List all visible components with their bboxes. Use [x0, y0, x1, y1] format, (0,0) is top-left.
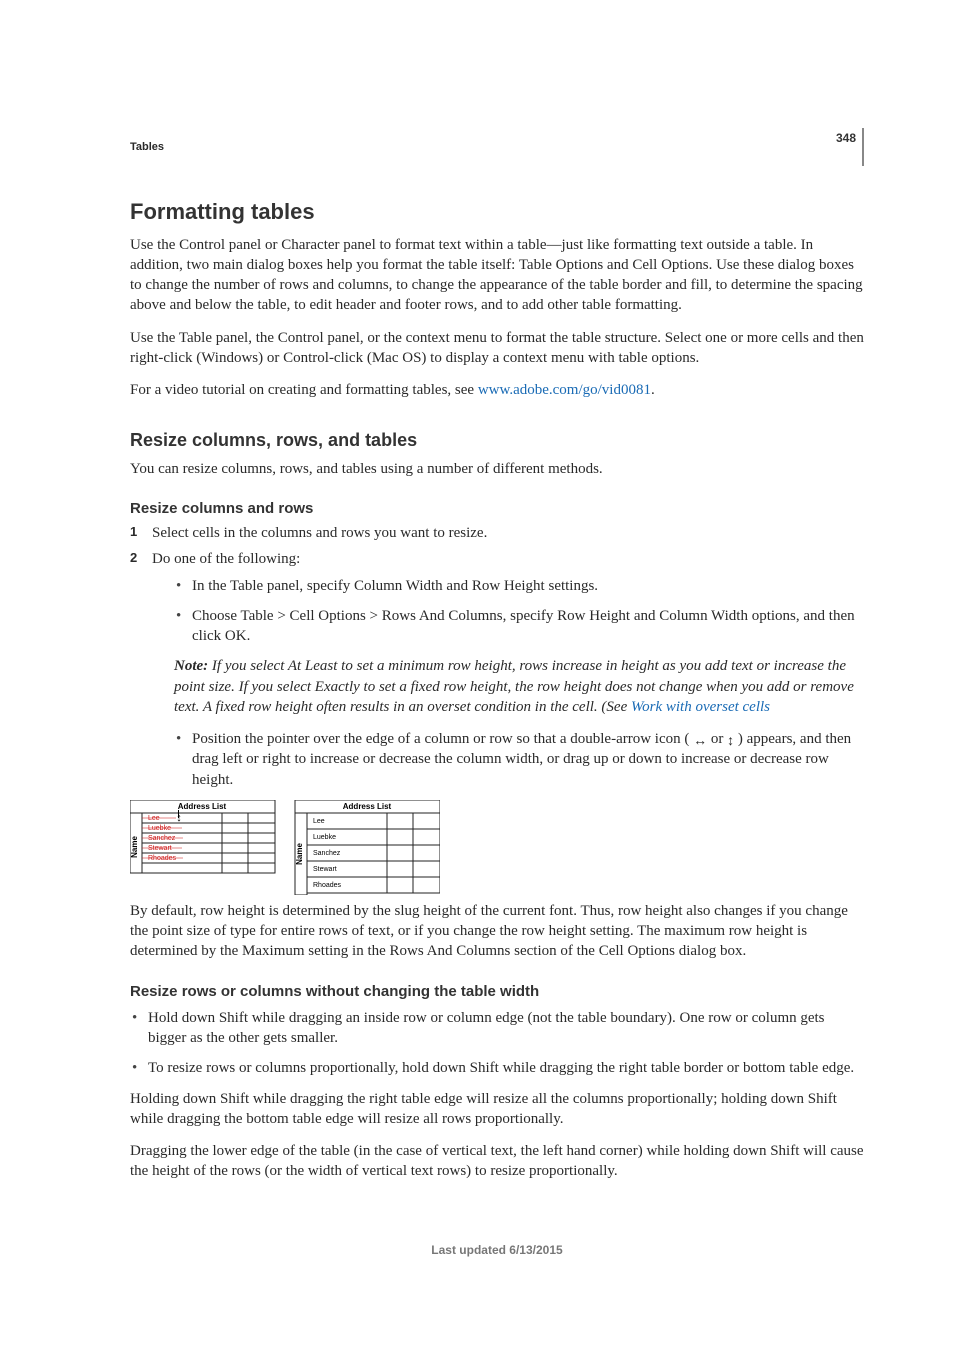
- address-list-figure: Address List Name: [130, 800, 864, 895]
- page-number: 348: [836, 131, 856, 145]
- note-label: Note:: [174, 658, 212, 674]
- fig-right-row-4: Rhoades: [313, 882, 342, 889]
- footer-last-updated: Last updated 6/13/2015: [130, 1242, 864, 1258]
- subheading-resize: Resize columns, rows, and tables: [130, 428, 864, 452]
- b3-pre: Position the pointer over the edge of a …: [192, 731, 693, 747]
- fig-right-title: Address List: [343, 802, 392, 811]
- note-block: Note: If you select At Least to set a mi…: [174, 656, 864, 717]
- bullet-drag-edge: Position the pointer over the edge of a …: [174, 729, 864, 790]
- after-figure-paragraph: By default, row height is determined by …: [130, 901, 864, 962]
- intro-p3-post: .: [651, 382, 655, 398]
- section-label: Tables: [130, 140, 864, 155]
- intro-paragraph-1: Use the Control panel or Character panel…: [130, 235, 864, 316]
- resize-intro: You can resize columns, rows, and tables…: [130, 459, 864, 479]
- intro-p3-pre: For a video tutorial on creating and for…: [130, 382, 478, 398]
- fig-left-row-1: Luebke: [148, 825, 171, 832]
- step-2-number: 2: [130, 549, 137, 567]
- fig-right-row-0: Lee: [313, 818, 325, 825]
- intro-paragraph-2: Use the Table panel, the Control panel, …: [130, 328, 864, 369]
- fig-left-row-3: Stewart: [148, 845, 172, 852]
- step-1: 1 Select cells in the columns and rows y…: [130, 523, 864, 543]
- page-title: Formatting tables: [130, 197, 864, 227]
- bullet-shift-proportional: To resize rows or columns proportionally…: [130, 1058, 864, 1078]
- overset-cells-link[interactable]: Work with overset cells: [631, 699, 770, 715]
- subheading-resize-without-width: Resize rows or columns without changing …: [130, 982, 864, 1002]
- fig-right-row-1: Luebke: [313, 834, 336, 841]
- page-number-container: 348: [836, 128, 864, 166]
- bullet-shift-inside: Hold down Shift while dragging an inside…: [130, 1008, 864, 1049]
- intro-paragraph-3: For a video tutorial on creating and for…: [130, 380, 864, 400]
- fig-left-row-4: Rhoades: [148, 855, 177, 862]
- step-1-text: Select cells in the columns and rows you…: [152, 525, 487, 541]
- subheading-resize-cols-rows: Resize columns and rows: [130, 499, 864, 519]
- step-2-text: Do one of the following:: [152, 551, 300, 567]
- tail-paragraph-1: Holding down Shift while dragging the ri…: [130, 1089, 864, 1130]
- fig-left-row-0: Lee: [148, 815, 160, 822]
- fig-left-row-2: Sanchez: [148, 835, 176, 842]
- step-1-number: 1: [130, 523, 137, 541]
- step-2: 2 Do one of the following: In the Table …: [130, 549, 864, 790]
- bullet-table-panel: In the Table panel, specify Column Width…: [174, 576, 864, 596]
- tail-paragraph-2: Dragging the lower edge of the table (in…: [130, 1141, 864, 1182]
- fig-left-title: Address List: [178, 802, 227, 811]
- bullet-cell-options: Choose Table > Cell Options > Rows And C…: [174, 606, 864, 647]
- fig-right-side-label: Name: [295, 842, 304, 864]
- horizontal-resize-icon: ↔: [693, 733, 707, 747]
- b3-mid: or: [707, 731, 727, 747]
- fig-right-row-3: Stewart: [313, 866, 337, 873]
- svg-text:↕: ↕: [176, 812, 182, 824]
- fig-left-side-label: Name: [130, 835, 139, 857]
- video-link[interactable]: www.adobe.com/go/vid0081: [478, 382, 651, 398]
- fig-right-row-2: Sanchez: [313, 850, 341, 857]
